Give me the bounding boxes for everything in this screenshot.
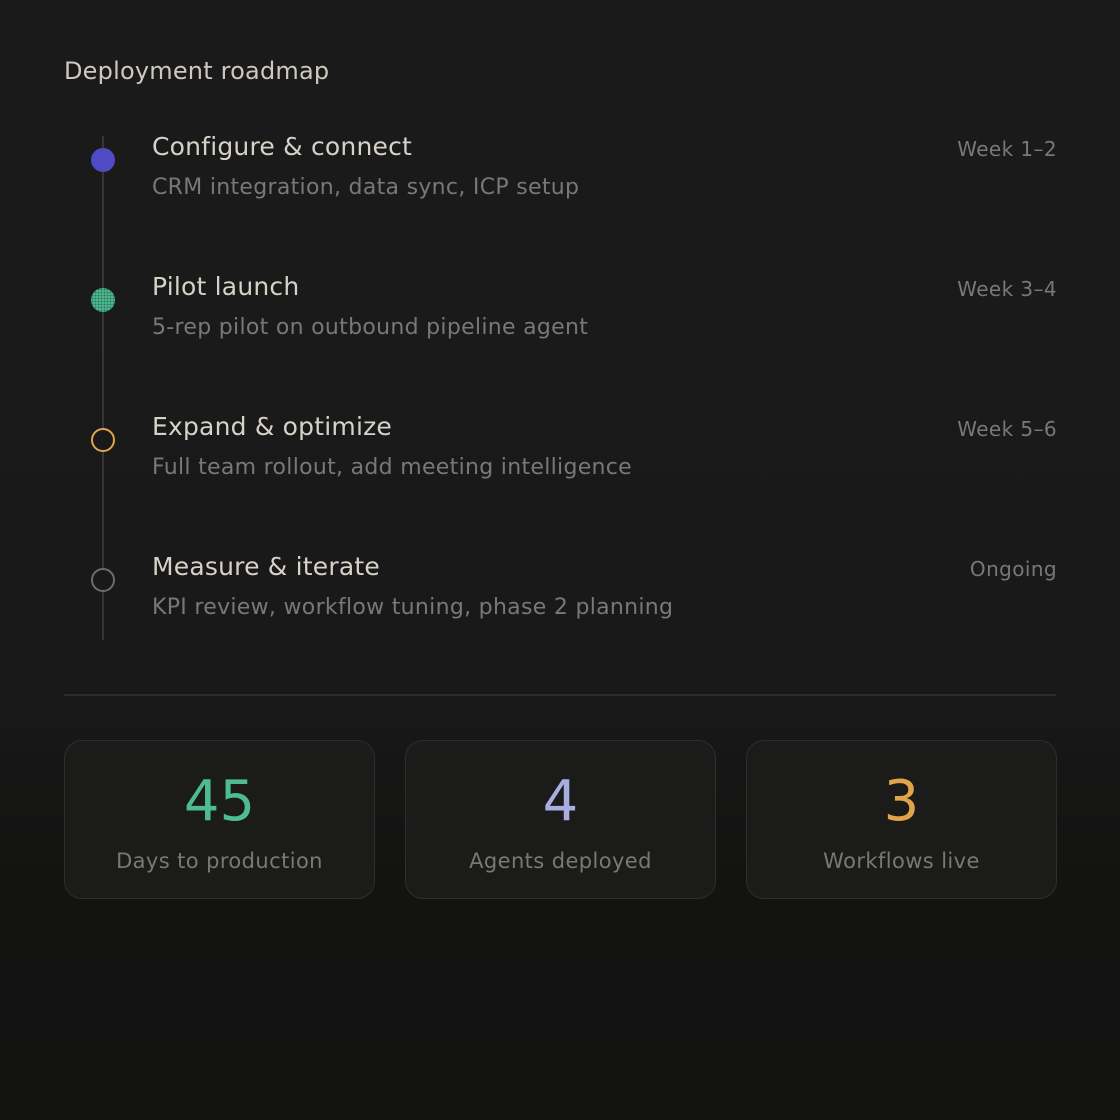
stat-card-agents: 4 Agents deployed	[405, 740, 716, 899]
step-timing: Week 5–6	[957, 417, 1057, 441]
step-description: Full team rollout, add meeting intellige…	[152, 455, 633, 480]
roadmap-title: Deployment roadmap	[64, 57, 330, 85]
stat-label: Workflows live	[823, 849, 980, 873]
stat-label: Days to production	[116, 849, 323, 873]
step-timing: Week 3–4	[957, 277, 1057, 301]
step-title: Expand & optimize	[152, 412, 392, 441]
step-timing: Week 1–2	[957, 137, 1057, 161]
step-marker-ring	[91, 428, 115, 452]
stat-value: 3	[883, 769, 920, 834]
step-description: KPI review, workflow tuning, phase 2 pla…	[152, 595, 674, 620]
stats-row: 45 Days to production 4 Agents deployed …	[64, 740, 1057, 900]
step-marker-dotted-dot	[91, 288, 115, 312]
stat-value: 45	[183, 769, 256, 834]
step-title: Measure & iterate	[152, 552, 380, 581]
deployment-roadmap-panel: Deployment roadmap Configure & connect C…	[0, 0, 1120, 1120]
stat-card-days: 45 Days to production	[64, 740, 375, 899]
stat-label: Agents deployed	[469, 849, 652, 873]
step-marker-ring	[91, 568, 115, 592]
stat-card-workflows: 3 Workflows live	[746, 740, 1057, 899]
stat-value: 4	[542, 769, 579, 834]
roadmap-step-pilot: Pilot launch 5-rep pilot on outbound pip…	[64, 260, 1057, 360]
step-title: Pilot launch	[152, 272, 300, 301]
step-timing: Ongoing	[969, 557, 1057, 581]
section-divider	[64, 694, 1056, 696]
roadmap-timeline: Configure & connect CRM integration, dat…	[64, 120, 1057, 642]
step-title: Configure & connect	[152, 132, 413, 161]
roadmap-step-configure: Configure & connect CRM integration, dat…	[64, 120, 1057, 220]
step-description: CRM integration, data sync, ICP setup	[152, 175, 580, 200]
roadmap-step-expand: Expand & optimize Full team rollout, add…	[64, 400, 1057, 500]
step-marker-filled-dot	[91, 148, 115, 172]
step-description: 5-rep pilot on outbound pipeline agent	[152, 315, 589, 340]
roadmap-step-measure: Measure & iterate KPI review, workflow t…	[64, 540, 1057, 640]
